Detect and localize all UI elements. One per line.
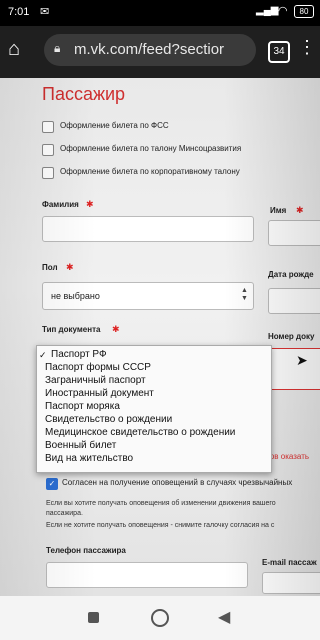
mouse-cursor-icon: ➤ [296, 352, 308, 368]
dropdown-option[interactable]: Паспорт РФ [51, 349, 107, 361]
fss-checkbox-label: Оформление билета по ФСС [60, 121, 169, 130]
gender-required-mark: ✱ [66, 262, 74, 272]
selected-check-icon: ✓ [39, 350, 47, 360]
home-icon[interactable]: ⌂ [8, 38, 20, 61]
doc-type-required-mark: ✱ [112, 324, 120, 334]
surname-required-mark: ✱ [86, 199, 94, 209]
birthdate-input[interactable] [268, 288, 320, 314]
gender-select-value: не выбрано [51, 291, 100, 301]
recents-icon[interactable] [88, 612, 99, 623]
phone-input[interactable] [46, 562, 248, 588]
doc-type-dropdown[interactable]: ✓ Паспорт РФ Паспорт формы СССР Загранич… [36, 345, 272, 473]
url-text: m.vk.com/feed?sectior [74, 41, 225, 58]
webpage-photo: Пассажир Оформление билета по ФСС Оформл… [0, 78, 320, 596]
tab-count: 34 [273, 46, 285, 57]
battery-icon: 80 [294, 5, 314, 18]
system-navbar: ◀ [0, 596, 320, 640]
email-input[interactable] [262, 572, 320, 594]
dropdown-option[interactable]: Паспорт формы СССР [45, 362, 151, 374]
consent-checkbox[interactable]: ✓ [46, 478, 58, 490]
dropdown-option[interactable]: Свидетельство о рождении [45, 414, 172, 426]
wifi-icon: ◠ [278, 5, 288, 17]
tab-switcher-button[interactable]: 34 [268, 41, 290, 63]
birthdate-label: Дата рожде [268, 270, 314, 279]
name-required-mark: ✱ [296, 205, 304, 215]
dropdown-option[interactable]: Военный билет [45, 440, 116, 452]
name-input[interactable] [268, 220, 320, 246]
lock-icon: 🔒︎ [54, 41, 61, 55]
dropdown-option[interactable]: Медицинское свидетельство о рождении [45, 427, 235, 439]
corporate-checkbox[interactable] [42, 167, 54, 179]
surname-input[interactable] [42, 216, 254, 242]
doc-number-label: Номер доку [268, 332, 315, 341]
dropdown-option[interactable]: Заграничный паспорт [45, 375, 146, 387]
consent-label: Согласен на получение оповещений в случа… [62, 478, 293, 487]
notification-note-1: Если вы хотите получать оповещения об из… [46, 500, 276, 507]
gender-label: Пол [42, 263, 58, 272]
minsoc-checkbox[interactable] [42, 144, 54, 156]
surname-label: Фамилия [42, 200, 79, 209]
corporate-checkbox-label: Оформление билета по корпоративному тало… [60, 167, 240, 176]
select-arrows-icon: ▲ ▼ [241, 287, 248, 302]
gender-select[interactable]: не выбрано ▲ ▼ [42, 282, 254, 310]
address-bar[interactable]: 🔒︎ m.vk.com/feed?sectior [44, 34, 256, 66]
passenger-title: Пассажир [42, 84, 126, 104]
notification-note-2: Если не хотите получать оповещения - сни… [46, 522, 275, 529]
status-bar: 7:01 ✉ ▂▄▆ ◠ 80 [0, 0, 320, 26]
menu-kebab-icon[interactable]: ⋮ [298, 38, 316, 56]
minsoc-checkbox-label: Оформление билета по талону Минсоцразвит… [60, 144, 242, 153]
phone-label: Телефон пассажира [46, 546, 126, 555]
fss-checkbox[interactable] [42, 121, 54, 133]
browser-toolbar: ⌂ 🔒︎ m.vk.com/feed?sectior 34 ⋮ [0, 26, 320, 78]
email-label: E-mail пассаж [262, 558, 317, 567]
home-nav-icon[interactable] [151, 609, 169, 627]
dropdown-option[interactable]: Иностранный документ [45, 388, 154, 400]
back-icon[interactable]: ◀ [218, 607, 230, 627]
status-time: 7:01 [8, 6, 30, 18]
notification-note-1b: пассажира. [46, 510, 83, 517]
notification-icon: ✉ [40, 6, 50, 18]
battery-level: 80 [299, 7, 309, 16]
doc-number-input[interactable] [268, 348, 320, 390]
signal-icon: ▂▄▆ [256, 5, 279, 16]
doc-type-label: Тип документа [42, 325, 101, 334]
name-label: Имя [270, 206, 287, 215]
dropdown-option[interactable]: Паспорт моряка [45, 401, 120, 413]
dropdown-option[interactable]: Вид на жительство [45, 453, 133, 465]
